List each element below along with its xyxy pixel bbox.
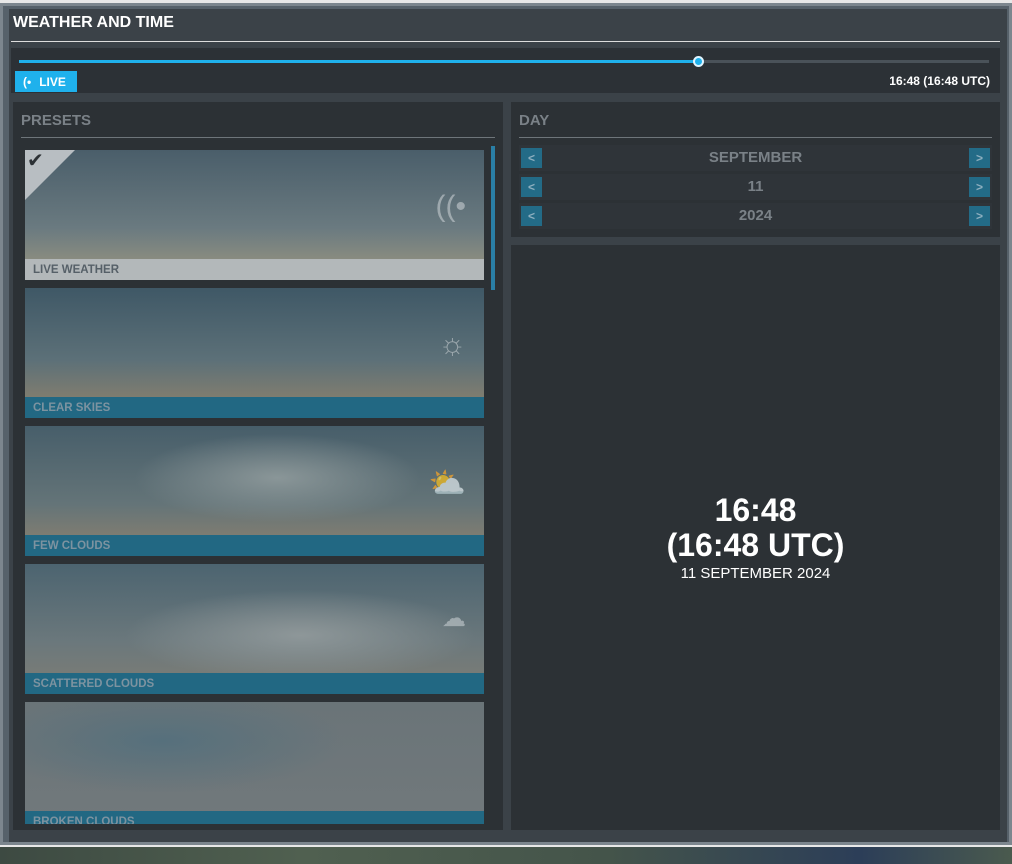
- clock-utc: (16:48 UTC): [666, 527, 845, 563]
- month-selector: < SEPTEMBER >: [519, 145, 992, 171]
- preset-live-weather[interactable]: ✔ ((• LIVE WEATHER: [25, 150, 484, 280]
- year-value: 2024: [738, 207, 773, 224]
- year-next-button[interactable]: >: [969, 206, 990, 226]
- preset-broken-clouds[interactable]: BROKEN CLOUDS: [25, 702, 484, 824]
- clock-panel: 16:48 (16:48 UTC) 11 SEPTEMBER 2024: [511, 245, 1000, 830]
- scrollbar[interactable]: [491, 146, 495, 290]
- sun-cloud-icon: ⛅: [428, 467, 466, 500]
- preset-few-clouds[interactable]: ⛅ FEW CLOUDS: [25, 426, 484, 556]
- presets-list: ✔ ((• LIVE WEATHER ☼ CLEAR SKIES ⛅ FEW C…: [13, 146, 503, 824]
- slider-fill: [19, 60, 698, 63]
- day-next-button[interactable]: >: [969, 177, 990, 197]
- preset-clear-skies[interactable]: ☼ CLEAR SKIES: [25, 288, 484, 418]
- presets-panel: PRESETS ✔ ((• LIVE WEATHER ☼ CLEAR SKIES…: [13, 102, 503, 830]
- preset-scattered-clouds[interactable]: ☁ SCATTERED CLOUDS: [25, 564, 484, 694]
- check-icon: ✔: [27, 150, 44, 172]
- day-value: 11: [747, 178, 764, 195]
- divider: [11, 41, 1000, 42]
- time-slider-bar: (• LIVE 16:48 (16:48 UTC): [11, 48, 1000, 93]
- day-heading: DAY: [519, 112, 550, 129]
- day-panel: DAY < SEPTEMBER > < 11 > < 2024 >: [511, 102, 1000, 237]
- sun-icon: ☼: [438, 328, 467, 361]
- live-button[interactable]: (• LIVE: [15, 71, 77, 92]
- live-icon: ((•: [435, 190, 466, 223]
- current-time: 16:48 (16:48 UTC): [889, 74, 990, 88]
- presets-heading: PRESETS: [21, 112, 92, 129]
- month-value: SEPTEMBER: [708, 149, 803, 166]
- slider-thumb[interactable]: [693, 56, 704, 67]
- window-title: WEATHER AND TIME: [13, 14, 174, 31]
- clouds-icon: ☁: [442, 605, 466, 632]
- divider: [21, 137, 495, 138]
- divider: [519, 137, 992, 138]
- time-slider[interactable]: [19, 56, 989, 67]
- map-background: [0, 847, 1012, 864]
- day-selector: < 11 >: [519, 174, 992, 200]
- live-icon: (•: [23, 74, 32, 89]
- clock-local: 16:48: [714, 492, 797, 528]
- clock-date: 11 SEPTEMBER 2024: [680, 565, 831, 582]
- month-next-button[interactable]: >: [969, 148, 990, 168]
- year-selector: < 2024 >: [519, 203, 992, 229]
